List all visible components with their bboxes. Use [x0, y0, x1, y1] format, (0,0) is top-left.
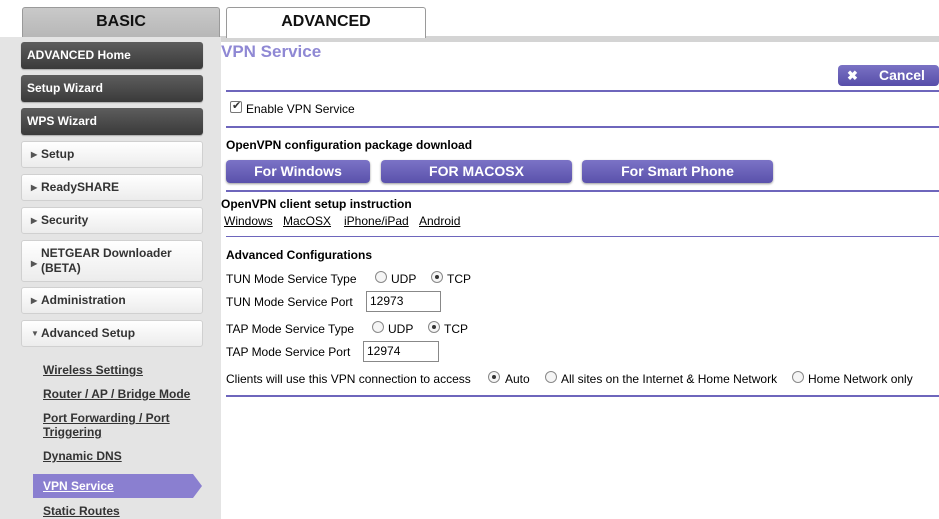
sidebar-item-label: Advanced Setup [41, 326, 136, 340]
access-all-sites-radio[interactable] [545, 371, 557, 383]
sidebar-item-administration[interactable]: ▶ Administration [21, 287, 203, 314]
tap-type-label: TAP Mode Service Type [226, 322, 355, 336]
sidebar-subitem-static-routes[interactable]: Static Routes [43, 504, 120, 518]
tap-tcp-label: TCP [444, 322, 468, 336]
sidebar-item-setup[interactable]: ▶ Setup [21, 141, 203, 168]
sidebar-item-label: Administration [41, 293, 126, 307]
chevron-right-icon: ▶ [31, 259, 38, 268]
tun-port-input[interactable]: 12973 [366, 291, 441, 312]
tap-port-input[interactable]: 12974 [363, 341, 439, 362]
sidebar-subitem-wireless-settings[interactable]: Wireless Settings [43, 363, 143, 377]
tun-udp-radio[interactable] [375, 271, 387, 283]
sidebar-item-label: Security [41, 213, 89, 227]
sidebar-item-label: Setup [41, 147, 75, 161]
tun-type-label: TUN Mode Service Type [226, 272, 357, 286]
download-smartphone-button[interactable]: For Smart Phone [582, 160, 773, 183]
tun-udp-label: UDP [391, 272, 417, 286]
sidebar-item-netgear-downloader[interactable]: ▶NETGEAR Downloader (BETA) [21, 240, 203, 282]
tab-advanced[interactable]: ADVANCED [226, 7, 426, 38]
chevron-right-icon: ▶ [31, 296, 38, 306]
tap-tcp-radio[interactable] [428, 321, 440, 333]
instruction-heading: OpenVPN client setup instruction [221, 197, 412, 211]
tun-tcp-radio[interactable] [431, 271, 443, 283]
access-label: Clients will use this VPN connection to … [226, 372, 471, 386]
tun-port-label: TUN Mode Service Port [226, 295, 353, 309]
cancel-button[interactable]: ✖ Cancel [838, 65, 939, 86]
access-auto-label: Auto [505, 372, 530, 386]
access-home-only-label: Home Network only [808, 372, 913, 386]
tab-bar: BASIC ADVANCED [0, 0, 939, 42]
sidebar-item-label: ReadySHARE [41, 180, 120, 194]
divider [226, 395, 939, 397]
enable-vpn-label: Enable VPN Service [246, 102, 355, 116]
download-heading: OpenVPN configuration package download [226, 138, 473, 152]
instruction-link-macosx[interactable]: MacOSX [283, 214, 331, 228]
divider [226, 126, 939, 128]
sidebar-item-setup-wizard[interactable]: Setup Wizard [21, 75, 203, 102]
sidebar-subitem-vpn-service[interactable]: VPN Service [33, 474, 202, 498]
sidebar-item-advanced-setup[interactable]: ▼ Advanced Setup [21, 320, 203, 347]
tap-udp-radio[interactable] [372, 321, 384, 333]
sidebar: ADVANCED Home Setup Wizard WPS Wizard ▶ S… [0, 37, 221, 519]
chevron-right-icon: ▶ [31, 150, 38, 160]
download-windows-button[interactable]: For Windows [226, 160, 370, 183]
access-home-only-radio[interactable] [792, 371, 804, 383]
enable-vpn-checkbox[interactable] [230, 99, 242, 113]
access-auto-radio[interactable] [488, 371, 500, 383]
access-all-sites-label: All sites on the Internet & Home Network [561, 372, 778, 386]
tab-basic[interactable]: BASIC [22, 7, 220, 37]
chevron-right-icon: ▶ [31, 216, 38, 226]
sidebar-subitem-port-forwarding[interactable]: Port Forwarding / Port Triggering [43, 411, 193, 439]
sidebar-item-security[interactable]: ▶ Security [21, 207, 203, 234]
instruction-link-android[interactable]: Android [419, 214, 460, 228]
divider [226, 90, 939, 92]
divider [226, 190, 939, 192]
sidebar-item-readyshare[interactable]: ▶ ReadySHARE [21, 174, 203, 201]
cancel-label: Cancel [879, 67, 925, 83]
main-content: VPN Service ✖ Cancel Enable VPN Service … [221, 42, 939, 519]
divider [226, 236, 939, 237]
sidebar-item-wps-wizard[interactable]: WPS Wizard [21, 108, 203, 135]
sidebar-subitem-dynamic-dns[interactable]: Dynamic DNS [43, 449, 122, 463]
tun-tcp-label: TCP [447, 272, 471, 286]
sidebar-item-label: NETGEAR Downloader (BETA) [41, 246, 172, 275]
close-icon: ✖ [847, 68, 858, 83]
sidebar-item-advanced-home[interactable]: ADVANCED Home [21, 42, 203, 69]
page-title: VPN Service [221, 42, 322, 61]
instruction-link-iphone[interactable]: iPhone/iPad [344, 214, 409, 228]
chevron-down-icon: ▼ [31, 329, 39, 339]
chevron-right-icon: ▶ [31, 183, 38, 193]
instruction-link-windows[interactable]: Windows [224, 214, 273, 228]
sidebar-subitem-router-ap-bridge[interactable]: Router / AP / Bridge Mode [43, 387, 190, 401]
advanced-heading: Advanced Configurations [226, 248, 373, 262]
tap-udp-label: UDP [388, 322, 414, 336]
tap-port-label: TAP Mode Service Port [226, 345, 351, 359]
download-macosx-button[interactable]: FOR MACOSX [381, 160, 572, 183]
